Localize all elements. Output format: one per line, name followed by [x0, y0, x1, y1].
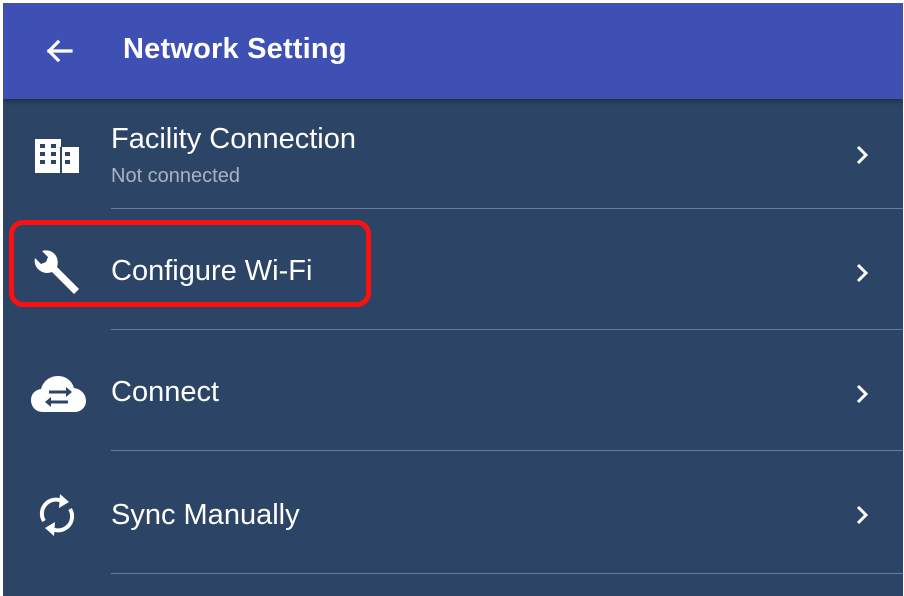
back-button[interactable] [39, 31, 79, 71]
menu-item-sublabel: Not connected [111, 165, 240, 187]
chevron-right-icon [856, 145, 869, 165]
building-icon [31, 133, 83, 181]
page-title: Network Setting [123, 33, 347, 65]
menu-item-sync-manually[interactable]: Sync Manually [3, 451, 903, 573]
chevron-right-icon [856, 263, 869, 283]
menu-item-label: Sync Manually [111, 499, 300, 531]
menu-item-configure-wifi[interactable]: Configure Wi-Fi [3, 209, 903, 329]
menu-item-label: Configure Wi-Fi [111, 255, 313, 287]
menu-item-connect[interactable]: Connect [3, 330, 903, 450]
cloud-sync-icon [31, 370, 86, 418]
chevron-right-icon [856, 384, 869, 404]
arrow-left-icon [46, 39, 73, 63]
menu-item-facility-connection[interactable]: Facility Connection Not connected [3, 99, 903, 209]
app-bar: Network Setting [3, 3, 903, 99]
menu-item-label: Facility Connection [111, 123, 356, 155]
sync-icon [31, 491, 83, 539]
app-screen: Network Setting Facility Connection Not … [3, 3, 903, 596]
menu-item-label: Connect [111, 376, 220, 408]
chevron-right-icon [856, 505, 869, 525]
wrench-icon [31, 247, 83, 295]
divider [111, 573, 903, 574]
